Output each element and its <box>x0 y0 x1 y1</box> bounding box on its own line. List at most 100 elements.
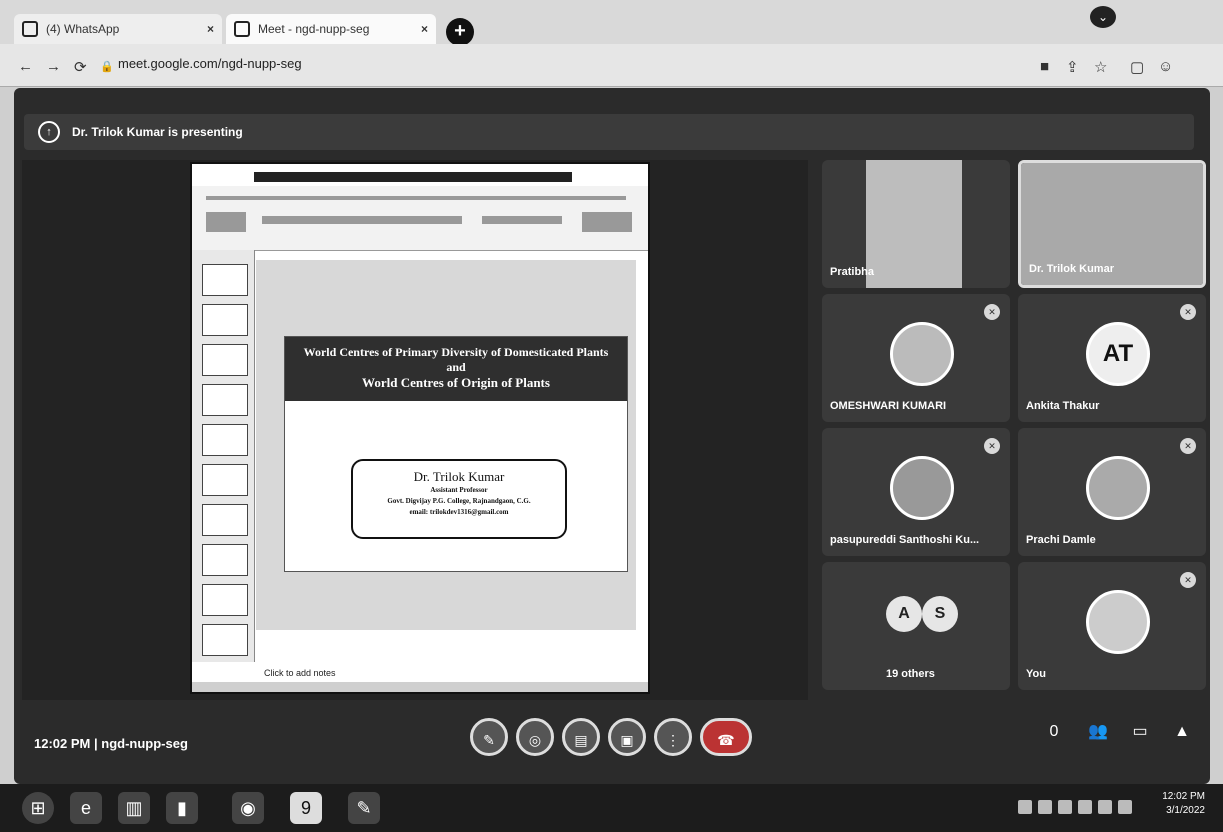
ribbon-group <box>482 216 562 224</box>
slide-thumbnail[interactable] <box>202 464 248 496</box>
reload-icon[interactable]: ⟳ <box>74 58 87 76</box>
author-title: Assistant Professor <box>430 486 488 494</box>
participant-name: You <box>1026 668 1046 680</box>
participant-name: Ankita Thakur <box>1026 400 1100 412</box>
leave-call-button[interactable]: ☎ <box>700 718 752 756</box>
tab-meet[interactable]: Meet - ngd-nupp-seg × <box>226 14 436 44</box>
slide-thumbnail[interactable] <box>202 504 248 536</box>
author-college: Govt. Digvijay P.G. College, Rajnandgaon… <box>387 497 531 505</box>
info-separator: | <box>94 736 98 751</box>
presenter-icon: ↑ <box>38 121 60 143</box>
participant-tile[interactable]: ✕ OMESHWARI KUMARI <box>822 294 1010 422</box>
back-icon[interactable]: ← <box>18 58 33 75</box>
taskbar-app[interactable]: 9 <box>290 792 322 824</box>
tray-icon[interactable] <box>1038 800 1052 814</box>
browser-tab-bar: (4) WhatsApp × Meet - ngd-nupp-seg × + ⌄ <box>0 0 1223 46</box>
author-name: Dr. Trilok Kumar <box>413 469 505 484</box>
participant-tile[interactable]: Pratibha <box>822 160 1010 288</box>
close-tab-icon[interactable]: × <box>207 22 214 36</box>
activities-button[interactable]: ▲ <box>1168 718 1196 746</box>
participant-avatar <box>1086 456 1150 520</box>
author-email: email: trilokdev1316@gmail.com <box>409 508 509 516</box>
participant-avatar <box>890 456 954 520</box>
info-count: 0 <box>1049 723 1059 740</box>
ribbon-tabs <box>206 196 626 200</box>
whatsapp-favicon-icon <box>22 21 38 37</box>
notes-pane[interactable]: Click to add notes <box>256 664 644 682</box>
slide-thumbnail[interactable] <box>202 264 248 296</box>
tab-whatsapp[interactable]: (4) WhatsApp × <box>14 14 222 44</box>
slide-title-box: World Centres of Primary Diversity of Do… <box>285 337 627 401</box>
internet-explorer-icon: e <box>80 798 91 818</box>
slide-title-line3: World Centres of Origin of Plants <box>362 375 550 390</box>
tab-label: Meet - ngd-nupp-seg <box>258 22 370 36</box>
camera-indicator-icon[interactable]: ■ <box>1040 58 1049 75</box>
slide-thumbnail[interactable] <box>202 624 248 656</box>
bookmark-star-icon[interactable]: ☆ <box>1094 58 1107 76</box>
start-button[interactable]: ⊞ <box>22 792 54 824</box>
more-options-button[interactable]: ⋮ <box>654 718 692 756</box>
participant-tile[interactable]: ✕ pasupureddi Santhoshi Ku... <box>822 428 1010 556</box>
participant-tile[interactable]: ✕ Prachi Damle <box>1018 428 1206 556</box>
present-now-button[interactable]: ▣ <box>608 718 646 756</box>
tray-icon[interactable] <box>1058 800 1072 814</box>
meeting-details-button[interactable]: 0 <box>1040 718 1068 746</box>
activities-icon: ▲ <box>1174 723 1190 740</box>
taskbar-chrome[interactable]: ◉ <box>232 792 264 824</box>
avatar-s: S <box>922 596 958 632</box>
meeting-time: 12:02 PM <box>34 736 91 751</box>
slide-thumbnail[interactable] <box>202 384 248 416</box>
slide-canvas: World Centres of Primary Diversity of Do… <box>256 260 636 630</box>
mic-off-icon: ✎ <box>483 732 495 748</box>
slide-thumbnail[interactable] <box>202 304 248 336</box>
close-tab-icon[interactable]: × <box>421 22 428 36</box>
document-icon: ▮ <box>177 798 187 818</box>
clock-date: 3/1/2022 <box>1166 805 1205 816</box>
ribbon-group <box>206 212 246 232</box>
system-clock[interactable]: 12:02 PM 3/1/2022 <box>1162 790 1205 818</box>
profile-icon[interactable]: ☺ <box>1158 58 1173 75</box>
mic-muted-icon: ✕ <box>984 304 1000 320</box>
participant-tile-self[interactable]: ✕ You <box>1018 562 1206 690</box>
presenting-banner: ↑ Dr. Trilok Kumar is presenting <box>24 114 1194 150</box>
taskbar-files[interactable]: ▥ <box>118 792 150 824</box>
lock-icon: 🔒 <box>100 61 114 73</box>
windows-taskbar: ⊞ e ▥ ▮ ◉ 9 ✎ 12:02 PM 3/1/2022 <box>0 784 1223 832</box>
tab-search-icon[interactable]: ⌄ <box>1090 6 1116 28</box>
slide-thumbnail[interactable] <box>202 344 248 376</box>
ribbon-group <box>582 212 632 232</box>
address-bar-row: ← → ⟳ 🔒 meet.google.com/ngd-nupp-seg ■ ⇪… <box>0 44 1223 87</box>
new-tab-button[interactable]: + <box>446 18 474 46</box>
forward-icon[interactable]: → <box>46 58 61 75</box>
avatar-a: A <box>886 596 922 632</box>
mic-muted-icon: ✕ <box>984 438 1000 454</box>
chat-button[interactable]: ▭ <box>1126 718 1154 746</box>
notes-icon: ✎ <box>356 798 372 818</box>
volume-icon[interactable] <box>1118 800 1132 814</box>
slide-thumbnails <box>192 250 255 662</box>
tab-label: (4) WhatsApp <box>46 22 120 36</box>
camera-toggle-button[interactable]: ◎ <box>516 718 554 756</box>
url-field[interactable]: meet.google.com/ngd-nupp-seg <box>118 56 302 71</box>
battery-icon[interactable] <box>1098 800 1112 814</box>
participant-name: pasupureddi Santhoshi Ku... <box>830 534 980 546</box>
slide-thumbnail[interactable] <box>202 544 248 576</box>
tab-view-icon[interactable]: ▢ <box>1130 58 1144 76</box>
taskbar-ie[interactable]: e <box>70 792 102 824</box>
taskbar-notes[interactable]: ✎ <box>348 792 380 824</box>
participant-tile[interactable]: ✕ AT Ankita Thakur <box>1018 294 1206 422</box>
slide-thumbnail[interactable] <box>202 584 248 616</box>
network-icon[interactable] <box>1078 800 1092 814</box>
captions-button[interactable]: ▤ <box>562 718 600 756</box>
people-button[interactable]: 👥 <box>1084 718 1112 746</box>
people-icon: 👥 <box>1088 723 1108 740</box>
tray-icon[interactable] <box>1018 800 1032 814</box>
taskbar-doc[interactable]: ▮ <box>166 792 198 824</box>
microphone-toggle-button[interactable]: ✎ <box>470 718 508 756</box>
participant-tile-others[interactable]: A S 19 others <box>822 562 1010 690</box>
share-icon[interactable]: ⇪ <box>1066 58 1079 76</box>
slide-thumbnail[interactable] <box>202 424 248 456</box>
participant-tile-active-speaker[interactable]: Dr. Trilok Kumar <box>1018 160 1206 288</box>
captions-icon: ▤ <box>574 732 588 748</box>
present-icon: ▣ <box>620 732 634 748</box>
